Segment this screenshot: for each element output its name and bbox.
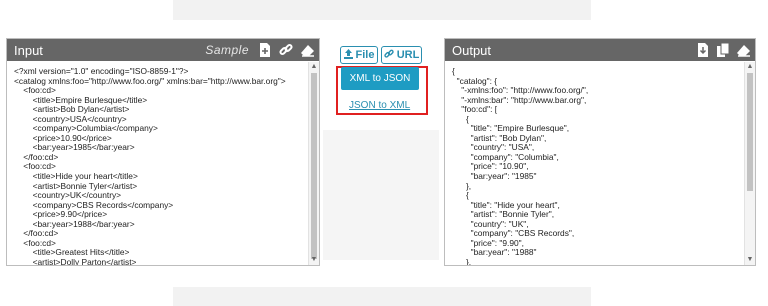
upload-icon [343,48,353,62]
output-panel: Output { "catalog": { "-xmlns:foo": "htt… [444,38,756,266]
output-scroll-thumb[interactable] [747,73,753,191]
url-button-label: URL [396,49,420,61]
json-to-xml-link[interactable]: JSON to XML [349,100,410,111]
output-scrollbar[interactable]: ▲ ▼ [744,62,755,265]
scroll-up-icon[interactable]: ▲ [310,63,318,71]
input-scrollbar[interactable]: ▲ ▼ [308,62,319,265]
input-panel-header: Input Sample [7,39,319,61]
download-icon[interactable] [695,42,711,58]
scroll-up-icon[interactable]: ▲ [746,63,754,71]
top-ad-placeholder [173,0,591,20]
scroll-down-icon[interactable]: ▼ [310,256,318,264]
input-code: <?xml version="1.0" encoding="ISO-8859-1… [14,66,286,265]
input-title: Input [14,43,43,58]
input-panel: Input Sample <?xml version="1.0" encodin… [6,38,320,266]
eraser-icon[interactable] [299,42,315,58]
sample-link[interactable]: Sample [205,43,249,57]
output-code: { "catalog": { "-xmlns:foo": "http://www… [452,66,589,265]
file-button[interactable]: File [340,46,378,64]
link-icon [384,49,394,62]
side-ad-placeholder [323,130,439,260]
xml-to-json-button[interactable]: XML to JSON [341,67,419,90]
link-icon[interactable] [278,42,294,58]
new-file-icon[interactable] [257,42,273,58]
scroll-down-icon[interactable]: ▼ [746,256,754,264]
bottom-ad-placeholder [173,287,591,306]
input-scroll-thumb[interactable] [311,73,317,259]
url-button[interactable]: URL [381,46,422,64]
output-editor[interactable]: { "catalog": { "-xmlns:foo": "http://www… [445,62,745,265]
file-button-label: File [355,49,375,61]
output-panel-header: Output [445,39,755,61]
eraser-icon[interactable] [735,42,751,58]
output-title: Output [452,43,492,58]
input-editor[interactable]: <?xml version="1.0" encoding="ISO-8859-1… [7,62,309,265]
copy-icon[interactable] [715,42,731,58]
